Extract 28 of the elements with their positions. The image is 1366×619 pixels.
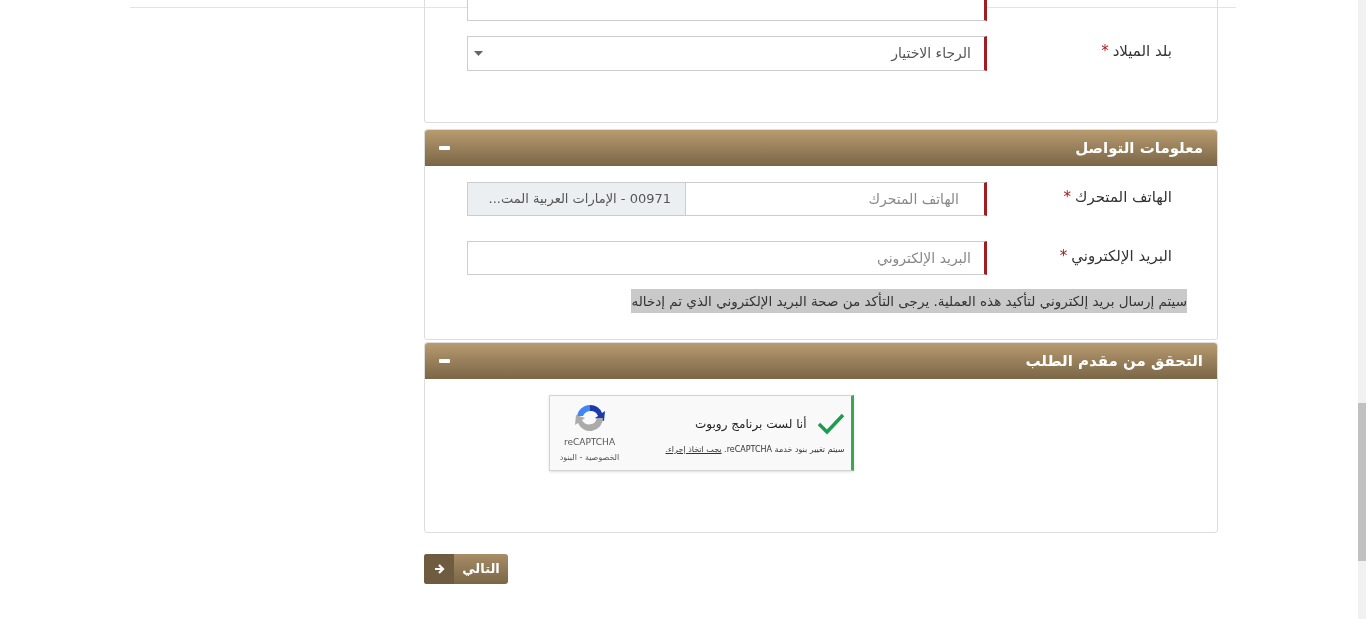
arrow-right-icon — [433, 564, 445, 574]
email-input[interactable]: البريد الإلكتروني — [467, 241, 987, 275]
terms-link[interactable]: يجب اتخاذ إجراء. — [665, 445, 722, 454]
privacy-links[interactable]: الخصوصية - البنود — [559, 451, 620, 464]
field-label: البريد الإلكتروني — [1071, 246, 1172, 268]
checkmark-icon — [816, 413, 845, 435]
country-code-select[interactable]: 00971 - الإمارات العربية المت... — [467, 182, 685, 216]
captcha-label: أنا لست برنامج روبوت — [695, 415, 807, 433]
section-title: التحقق من مقدم الطلب — [1025, 350, 1203, 372]
field-label: الهاتف المتحرك — [1075, 187, 1172, 208]
next-button[interactable]: التالي — [424, 554, 508, 584]
caret-icon — [474, 51, 483, 56]
collapse-icon[interactable] — [439, 146, 450, 150]
section-header[interactable]: معلومات التواصل — [425, 130, 1217, 166]
section-header[interactable]: التحقق من مقدم الطلب — [425, 343, 1217, 379]
captcha-terms: سيتم تغيير بنود خدمة reCAPTCHA. يجب اتخاذ إجراء. — [664, 444, 845, 456]
collapse-icon[interactable] — [439, 359, 450, 363]
info-text: سيتم إرسال بريد إلكتروني لتأكيد هذه العملية. يرجى التأكد من صحة البريد الإلكتروني الذي تم إدخاله — [631, 289, 1187, 313]
required-mark: * — [1101, 41, 1109, 62]
date-field[interactable] — [467, 0, 987, 21]
required-mark: * — [1059, 246, 1068, 267]
phone-input[interactable]: الهاتف المتحرك — [685, 182, 987, 216]
select-field[interactable]: الرجاء الاختيار — [467, 36, 987, 71]
field-label: بلد الميلاد — [1112, 41, 1172, 62]
recaptcha-brand: reCAPTCHA — [563, 436, 616, 450]
section-title: معلومات التواصل — [1075, 137, 1203, 159]
required-mark: * — [1063, 187, 1072, 208]
scrollbar[interactable] — [1358, 0, 1366, 619]
